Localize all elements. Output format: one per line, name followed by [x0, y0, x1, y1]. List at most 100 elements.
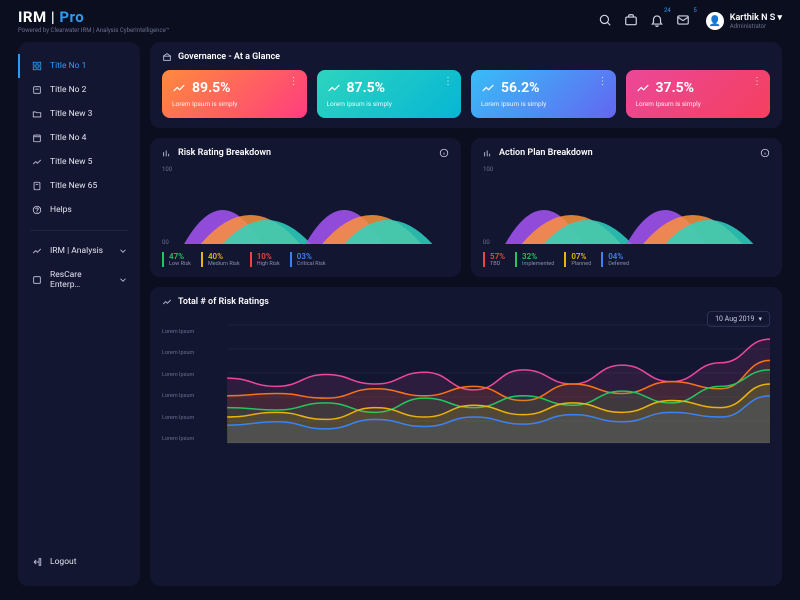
- legend-label: Critical Risk: [297, 261, 326, 267]
- chevron-down-icon: ▾: [777, 13, 782, 23]
- legend-label: Low Risk: [169, 261, 191, 267]
- y-axis-label: 100: [162, 166, 172, 173]
- sidebar-item-5[interactable]: Title New 5: [18, 150, 140, 174]
- total-risk-panel: Total # of Risk Ratings 10 Aug 2019▾ Lor…: [150, 287, 782, 586]
- legend-item: 04%Deferred: [601, 252, 629, 267]
- sidebar-item-1[interactable]: Title No 1: [18, 54, 140, 78]
- sidebar-analysis[interactable]: IRM | Analysis: [18, 239, 140, 263]
- info-icon[interactable]: [439, 148, 449, 158]
- legend-label: High Risk: [257, 261, 280, 267]
- sidebar-item-2[interactable]: Title No 2: [18, 78, 140, 102]
- sidebar-item-6[interactable]: Title New 65: [18, 174, 140, 198]
- sidebar-item-4[interactable]: Title No 4: [18, 126, 140, 150]
- panel-title-text: Governance - At a Glance: [178, 52, 280, 62]
- chevron-down-icon: [118, 246, 128, 256]
- card-menu-icon[interactable]: ⋮: [443, 76, 453, 87]
- card-subtitle: Lorem Ipsum is simply: [327, 100, 452, 108]
- avatar: 👤: [706, 12, 724, 30]
- governance-panel: Governance - At a Glance ⋮ 89.5% Lorem Ips…: [150, 42, 782, 128]
- legend-pct: 40%: [208, 252, 240, 261]
- trend-icon: [481, 81, 495, 95]
- sidebar-item-label: ResCare Enterp…: [50, 270, 110, 290]
- card-subtitle: Lorem Ipsum is simply: [481, 100, 606, 108]
- card-menu-icon[interactable]: ⋮: [598, 76, 608, 87]
- panel-title-text: Action Plan Breakdown: [499, 148, 593, 158]
- panel-title-text: Total # of Risk Ratings: [178, 297, 269, 307]
- user-role: Administrator: [730, 23, 782, 30]
- sidebar-item-label: Title New 65: [50, 181, 97, 191]
- action-plan-chart: 100 00: [483, 166, 770, 246]
- panel-title-text: Risk Rating Breakdown: [178, 148, 271, 158]
- legend-pct: 32%: [522, 252, 554, 261]
- sidebar-item-label: Title No 1: [50, 61, 86, 71]
- y-label: Lorem Ipsum: [162, 393, 194, 399]
- mail-icon[interactable]: 5: [676, 13, 690, 30]
- total-risk-chart: [162, 315, 770, 445]
- action-legend: 57%TBD32%Implemented07%Planned04%Deferre…: [483, 252, 770, 267]
- legend-item: 32%Implemented: [515, 252, 554, 267]
- risk-breakdown-panel: Risk Rating Breakdown 100 00: [150, 138, 461, 277]
- action-plan-panel: Action Plan Breakdown 100 00: [471, 138, 782, 277]
- trend-icon: [172, 81, 186, 95]
- risk-breakdown-chart: 100 00: [162, 166, 449, 246]
- sidebar-item-3[interactable]: Title New 3: [18, 102, 140, 126]
- sidebar-separator: [30, 230, 128, 231]
- logo-block: IRM | Pro Powered by Clearwater IRM | An…: [18, 8, 170, 34]
- y-label: Lorem Ipsum: [162, 329, 194, 335]
- y-axis-labels: Lorem IpsumLorem IpsumLorem IpsumLorem I…: [162, 329, 194, 442]
- sidebar-item-label: IRM | Analysis: [50, 246, 103, 256]
- legend-label: TBD: [490, 261, 505, 267]
- chart-icon: [162, 148, 172, 158]
- user-menu[interactable]: 👤 Karthik N S ▾ Administrator: [702, 12, 782, 30]
- notif-badge: 24: [664, 7, 671, 14]
- info-icon[interactable]: [760, 148, 770, 158]
- trend-icon: [327, 81, 341, 95]
- card-subtitle: Lorem Ipsum is simply: [172, 100, 297, 108]
- bell-icon[interactable]: 24: [650, 13, 664, 30]
- sidebar-item-helps[interactable]: Helps: [18, 198, 140, 222]
- sidebar-item-label: Title New 5: [50, 157, 92, 167]
- sidebar-item-label: Helps: [50, 205, 72, 215]
- card-menu-icon[interactable]: ⋮: [289, 76, 299, 87]
- stat-card-4[interactable]: ⋮37.5%Lorem Ipsum is simply: [626, 70, 771, 118]
- sidebar-item-label: Title New 3: [50, 109, 92, 119]
- sidebar: Title No 1 Title No 2 Title New 3 Title …: [18, 42, 140, 586]
- brand-accent: Pro: [59, 8, 84, 26]
- chart-icon: [483, 148, 493, 158]
- card-menu-icon[interactable]: ⋮: [752, 76, 762, 87]
- legend-label: Deferred: [608, 261, 629, 267]
- mail-badge: 5: [693, 7, 696, 14]
- chart-icon: [162, 297, 172, 307]
- app-header: IRM | Pro Powered by Clearwater IRM | An…: [0, 0, 800, 42]
- brand-name: IRM |: [18, 8, 55, 26]
- chevron-down-icon: ▾: [758, 315, 762, 323]
- legend-item: 10%High Risk: [250, 252, 280, 267]
- sidebar-item-label: Title No 4: [50, 133, 86, 143]
- legend-item: 40%Medium Risk: [201, 252, 240, 267]
- legend-pct: 47%: [169, 252, 191, 261]
- stat-card-1[interactable]: ⋮ 89.5% Lorem Ipsum is simply: [162, 70, 307, 118]
- legend-pct: 03%: [297, 252, 326, 261]
- logout-label: Logout: [50, 557, 77, 567]
- stat-card-3[interactable]: ⋮56.2%Lorem Ipsum is simply: [471, 70, 616, 118]
- legend-label: Medium Risk: [208, 261, 240, 267]
- legend-pct: 07%: [571, 252, 591, 261]
- legend-item: 07%Planned: [564, 252, 591, 267]
- stat-card-2[interactable]: ⋮ 87.5% Lorem Ipsum is simply: [317, 70, 462, 118]
- y-axis-label: 00: [483, 239, 490, 246]
- logout-button[interactable]: Logout: [18, 550, 140, 574]
- trend-icon: [636, 81, 650, 95]
- y-axis-label: 100: [483, 166, 493, 173]
- briefcase-icon[interactable]: [624, 13, 638, 30]
- sidebar-rescare[interactable]: ResCare Enterp…: [18, 263, 140, 297]
- legend-pct: 04%: [608, 252, 629, 261]
- date-picker[interactable]: 10 Aug 2019▾: [707, 311, 770, 327]
- y-axis-label: 00: [162, 239, 169, 246]
- chevron-down-icon: [118, 275, 128, 285]
- card-value: 87.5%: [347, 80, 386, 96]
- search-icon[interactable]: [598, 13, 612, 30]
- legend-item: 03%Critical Risk: [290, 252, 326, 267]
- card-value: 89.5%: [192, 80, 231, 96]
- risk-legend: 47%Low Risk 40%Medium Risk 10%High Risk 03%…: [162, 252, 449, 267]
- card-subtitle: Lorem Ipsum is simply: [636, 100, 761, 108]
